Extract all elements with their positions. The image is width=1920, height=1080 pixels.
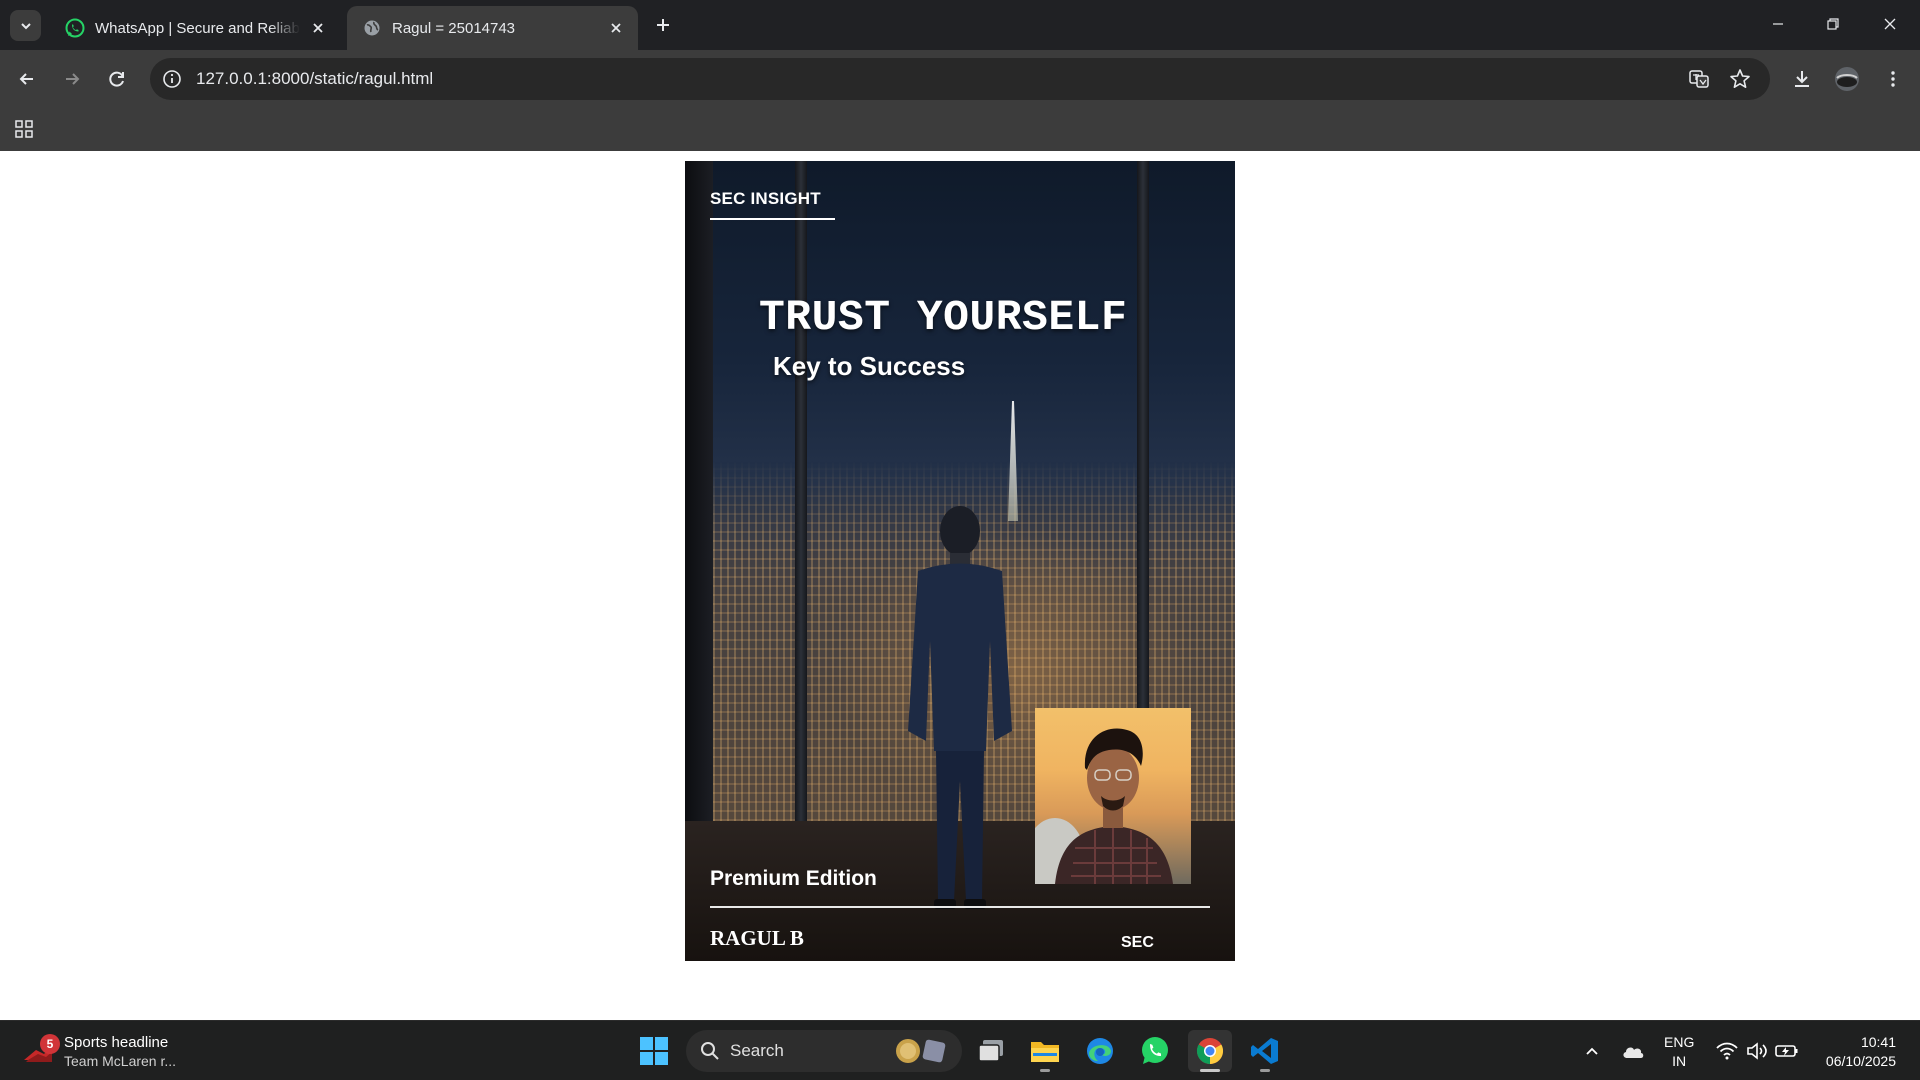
browser-toolbar: 127.0.0.1:8000/static/ragul.html [0, 50, 1920, 108]
plus-icon [657, 19, 669, 31]
reload-icon [109, 71, 124, 87]
reload-button[interactable] [102, 64, 132, 94]
cloud-icon [1623, 1047, 1644, 1058]
chevron-down-icon [20, 22, 31, 29]
cover-subheadline: Key to Success [773, 351, 966, 381]
running-indicator [1200, 1069, 1220, 1072]
language-indicator[interactable]: ENG IN [1664, 1033, 1694, 1071]
publisher-name: SEC [1121, 934, 1154, 951]
restore-button[interactable] [1813, 8, 1853, 40]
language-code: ENG [1664, 1034, 1695, 1050]
tab-title: WhatsApp | Secure and Reliable Free Priv… [95, 19, 300, 37]
arrow-left-icon [19, 73, 33, 85]
more-vertical-icon [1891, 71, 1895, 87]
author-photo [1035, 708, 1191, 884]
apps-grid-icon [15, 120, 33, 138]
forward-button[interactable] [57, 64, 87, 94]
edge-icon [1087, 1038, 1113, 1064]
search-highlight-icon [896, 1039, 946, 1063]
magazine-cover: SEC INSIGHT TRUST YOURSELF Key to Succes… [685, 161, 1235, 961]
menu-button[interactable] [1878, 64, 1908, 94]
file-explorer-button[interactable] [1023, 1030, 1067, 1072]
widget-subtitle: Team McLaren r... [64, 1052, 177, 1069]
brand-name: SEC INSIGHT [710, 189, 821, 208]
new-tab-button[interactable] [650, 12, 676, 38]
tab-title: Ragul = 25014743 [392, 19, 516, 37]
site-info-icon[interactable] [160, 67, 184, 91]
downloads-button[interactable] [1787, 64, 1817, 94]
man-silhouette-image [908, 506, 1012, 909]
whatsapp-icon [64, 17, 86, 39]
tab-search-button[interactable] [10, 10, 41, 41]
url-text[interactable]: 127.0.0.1:8000/static/ragul.html [196, 69, 433, 89]
running-indicator [1040, 1069, 1050, 1072]
folder-icon [1031, 1042, 1059, 1062]
onedrive-button[interactable] [1611, 1030, 1655, 1072]
windows-logo-icon [640, 1037, 668, 1065]
battery-button[interactable] [1765, 1030, 1809, 1072]
notification-badge: 5 [40, 1034, 60, 1054]
cover-headline: TRUST YOURSELF [759, 293, 1128, 342]
task-view-button[interactable] [969, 1030, 1013, 1072]
minimize-button[interactable] [1758, 8, 1798, 40]
close-window-button[interactable] [1870, 8, 1910, 40]
taskbar-search[interactable]: Search [686, 1030, 962, 1072]
taskbar: 5 Sports headline Team McLaren r... Sear… [0, 1020, 1920, 1080]
page-viewport: SEC INSIGHT TRUST YOURSELF Key to Succes… [0, 151, 1920, 1020]
edition-label: Premium Edition [710, 867, 877, 890]
arrow-right-icon [66, 73, 80, 85]
vscode-button[interactable] [1243, 1030, 1287, 1072]
window-mullion [795, 161, 807, 821]
close-icon [1884, 18, 1896, 30]
bookmarks-bar [0, 108, 1920, 151]
footer-divider [710, 906, 1210, 908]
globe-icon [361, 17, 383, 39]
start-button[interactable] [632, 1030, 676, 1072]
avatar [1835, 67, 1859, 91]
weather-news-icon: 5 [22, 1034, 60, 1066]
close-tab-icon[interactable] [308, 18, 328, 38]
chrome-button[interactable] [1188, 1030, 1232, 1072]
download-icon [1795, 71, 1809, 87]
author-name: RAGUL B [710, 926, 804, 950]
edge-button[interactable] [1078, 1030, 1122, 1072]
bookmark-star-icon[interactable] [1728, 67, 1752, 91]
chrome-icon [1196, 1038, 1224, 1065]
whatsapp-taskbar-button[interactable] [1133, 1030, 1177, 1072]
translate-icon[interactable] [1687, 67, 1711, 91]
close-tab-icon[interactable] [606, 18, 626, 38]
tab-whatsapp[interactable]: WhatsApp | Secure and Reliable Free Priv… [50, 6, 340, 50]
widget-title: Sports headline [64, 1033, 169, 1051]
minimize-icon [1773, 23, 1783, 25]
search-label: Search [730, 1041, 784, 1060]
whatsapp-icon [1142, 1037, 1168, 1064]
search-icon [701, 1042, 719, 1060]
profile-button[interactable] [1832, 64, 1862, 94]
show-hidden-icons-button[interactable] [1570, 1030, 1614, 1072]
back-button[interactable] [12, 64, 42, 94]
task-view-icon [978, 1040, 1003, 1062]
battery-charging-icon [1775, 1045, 1798, 1057]
apps-button[interactable] [12, 117, 36, 141]
restore-icon [1827, 18, 1839, 30]
clock-time: 10:41 [1860, 1034, 1896, 1050]
author-portrait-image [1035, 728, 1173, 884]
vscode-icon [1251, 1038, 1278, 1064]
clock-date: 06/10/2025 [1825, 1053, 1896, 1069]
address-bar[interactable]: 127.0.0.1:8000/static/ragul.html [150, 58, 1770, 100]
news-widget[interactable]: 5 Sports headline Team McLaren r... [22, 1029, 176, 1073]
brand-underline [710, 218, 835, 220]
chevron-up-icon [1586, 1047, 1598, 1055]
tab-ragul[interactable]: Ragul = 25014743 [347, 6, 638, 50]
tab-strip: WhatsApp | Secure and Reliable Free Priv… [0, 0, 1920, 50]
running-indicator [1260, 1069, 1270, 1072]
language-region: IN [1672, 1053, 1687, 1069]
system-clock[interactable]: 10:41 06/10/2025 [1826, 1033, 1896, 1071]
